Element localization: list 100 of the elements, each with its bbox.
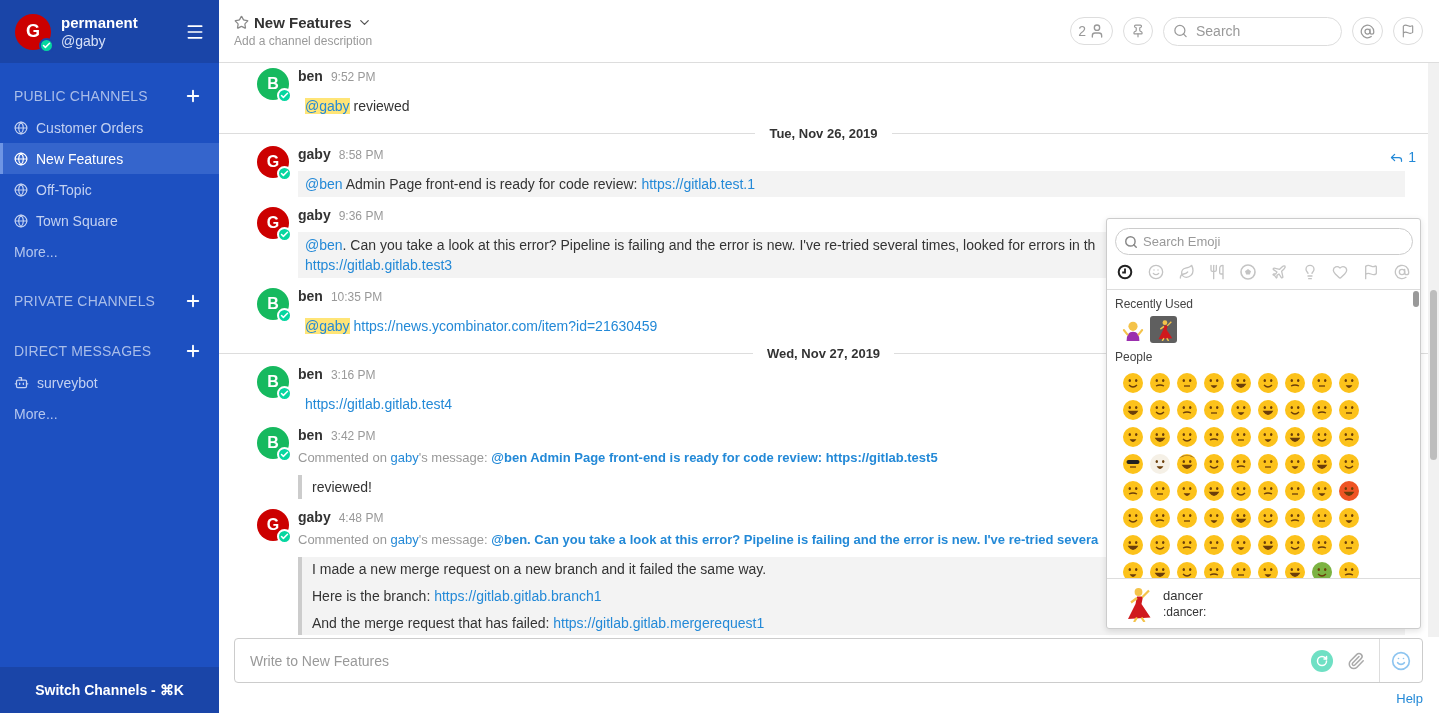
star-icon[interactable]	[234, 15, 249, 30]
help-link[interactable]: Help	[1396, 690, 1423, 706]
user-avatar[interactable]: G	[257, 509, 289, 541]
emoji-icon[interactable]	[1121, 452, 1144, 475]
emoji-icon[interactable]	[1283, 398, 1306, 421]
emoji-icon[interactable]	[1148, 398, 1171, 421]
emoji-icon[interactable]	[1175, 425, 1198, 448]
emoji-icon[interactable]	[1256, 371, 1279, 394]
emoji-icon[interactable]	[1175, 452, 1198, 475]
emoji-icon[interactable]	[1202, 452, 1225, 475]
user-avatar[interactable]: G	[15, 13, 51, 50]
emoji-icon[interactable]	[1148, 452, 1171, 475]
post-time[interactable]: 9:52 PM	[330, 70, 376, 84]
emoji-icon[interactable]	[1202, 506, 1225, 529]
clock-icon[interactable]	[1117, 264, 1133, 280]
emoji-icon[interactable]	[1121, 425, 1144, 448]
channel-title[interactable]: New Features	[254, 14, 352, 31]
add-icon[interactable]	[184, 87, 202, 105]
emoji-icon[interactable]	[1148, 560, 1171, 578]
user-avatar[interactable]: G	[257, 207, 289, 239]
channel-item[interactable]: Off-Topic	[0, 174, 219, 205]
emoji-icon[interactable]	[1310, 398, 1333, 421]
mention-link[interactable]: @ben	[305, 176, 343, 192]
emoji-icon[interactable]	[1337, 452, 1360, 475]
emoji-icon[interactable]	[1121, 560, 1144, 578]
emoji-icon[interactable]	[1202, 425, 1225, 448]
emoji-icon[interactable]	[1148, 425, 1171, 448]
post-time[interactable]: 9:36 PM	[338, 209, 384, 223]
emoji-icon[interactable]	[1121, 371, 1144, 394]
post-time[interactable]: 10:35 PM	[330, 290, 383, 304]
emoji-icon[interactable]	[1283, 506, 1306, 529]
channel-item[interactable]: surveybot	[0, 367, 219, 398]
emoji-icon[interactable]	[1256, 479, 1279, 502]
message-link[interactable]: @ben Admin Page front-end is ready for code review: https://gitlab.test5	[491, 450, 938, 465]
member-count-button[interactable]: 2	[1070, 17, 1113, 45]
emoji-icon[interactable]	[1121, 479, 1144, 502]
user-link[interactable]: gaby	[390, 450, 419, 465]
emoji-icon[interactable]	[1229, 533, 1252, 556]
emoji-icon[interactable]	[1256, 560, 1279, 578]
url-link[interactable]: https://gitlab.gitlab.test4	[305, 396, 453, 412]
emoji-icon[interactable]	[1310, 452, 1333, 475]
emoji-search-field[interactable]: Search Emoji	[1115, 228, 1413, 255]
post-time[interactable]: 3:16 PM	[330, 368, 376, 382]
channel-item[interactable]: Customer Orders	[0, 112, 219, 143]
user-avatar[interactable]: G	[257, 146, 289, 178]
emoji-icon[interactable]	[1256, 533, 1279, 556]
author-name[interactable]: gaby	[298, 146, 331, 162]
emoji-icon[interactable]	[1310, 560, 1333, 578]
user-avatar[interactable]: B	[257, 427, 289, 459]
emoji-icon[interactable]	[1283, 560, 1306, 578]
scrollbar-thumb[interactable]	[1430, 290, 1437, 460]
emoji-icon[interactable]	[1202, 560, 1225, 578]
flag-button[interactable]	[1393, 17, 1423, 45]
emoji-icon[interactable]	[1229, 506, 1252, 529]
emoji-icon[interactable]	[1175, 560, 1198, 578]
emoji-icon[interactable]	[1337, 560, 1360, 578]
emoji-icon[interactable]	[1283, 425, 1306, 448]
emoji-icon[interactable]	[1229, 452, 1252, 475]
mention-link[interactable]: @ben	[305, 237, 343, 253]
emoji-icon[interactable]	[1256, 506, 1279, 529]
channel-description[interactable]: Add a channel description	[234, 34, 1061, 48]
emoji-icon[interactable]	[1337, 425, 1360, 448]
add-icon[interactable]	[184, 292, 202, 310]
author-name[interactable]: ben	[298, 427, 323, 443]
emoji-icon[interactable]	[1283, 452, 1306, 475]
user-avatar[interactable]: B	[257, 68, 289, 100]
message-link[interactable]: @ben. Can you take a look at this error? Pipeline is failing and the error is new. I've re-tried severa	[491, 532, 1099, 547]
emoji-icon[interactable]	[1175, 533, 1198, 556]
emoji-icon[interactable]	[1175, 479, 1198, 502]
url-link[interactable]: https://gitlab.test.1	[641, 176, 756, 192]
post-time[interactable]: 3:42 PM	[330, 429, 376, 443]
emoji-icon[interactable]	[1256, 425, 1279, 448]
post-time[interactable]: 8:58 PM	[338, 148, 384, 162]
emoji-icon[interactable]	[1337, 506, 1360, 529]
emoji-icon[interactable]	[1337, 479, 1360, 502]
emoji-icon[interactable]	[1121, 398, 1144, 421]
author-name[interactable]: ben	[298, 366, 323, 382]
emoji-icon[interactable]	[1148, 533, 1171, 556]
emoji-icon[interactable]	[1337, 371, 1360, 394]
more-link[interactable]: More...	[0, 236, 58, 267]
url-link[interactable]: https://news.ycombinator.com/item?id=21630459	[353, 318, 658, 334]
author-name[interactable]: ben	[298, 68, 323, 84]
emoji-icon[interactable]	[1256, 398, 1279, 421]
more-link[interactable]: More...	[0, 398, 58, 429]
emoji-icon[interactable]	[1229, 398, 1252, 421]
switch-channels-button[interactable]: Switch Channels - ⌘K	[0, 667, 219, 713]
post-time[interactable]: 4:48 PM	[338, 511, 384, 525]
emoji-icon[interactable]	[1283, 371, 1306, 394]
emoji-icon[interactable]	[1202, 479, 1225, 502]
scrollbar-thumb[interactable]	[1413, 291, 1419, 307]
url-link[interactable]: https://gitlab.gitlab.mergerequest1	[553, 615, 765, 631]
emoji-icon[interactable]	[1148, 371, 1171, 394]
user-link[interactable]: gaby	[390, 532, 419, 547]
user-avatar[interactable]: B	[257, 288, 289, 320]
emoji-icon[interactable]	[1229, 371, 1252, 394]
emoji-icon[interactable]	[1202, 371, 1225, 394]
emoji-icon[interactable]	[1310, 479, 1333, 502]
channel-item[interactable]: New Features	[0, 143, 219, 174]
author-name[interactable]: gaby	[298, 207, 331, 223]
emoji-icon[interactable]	[1283, 533, 1306, 556]
